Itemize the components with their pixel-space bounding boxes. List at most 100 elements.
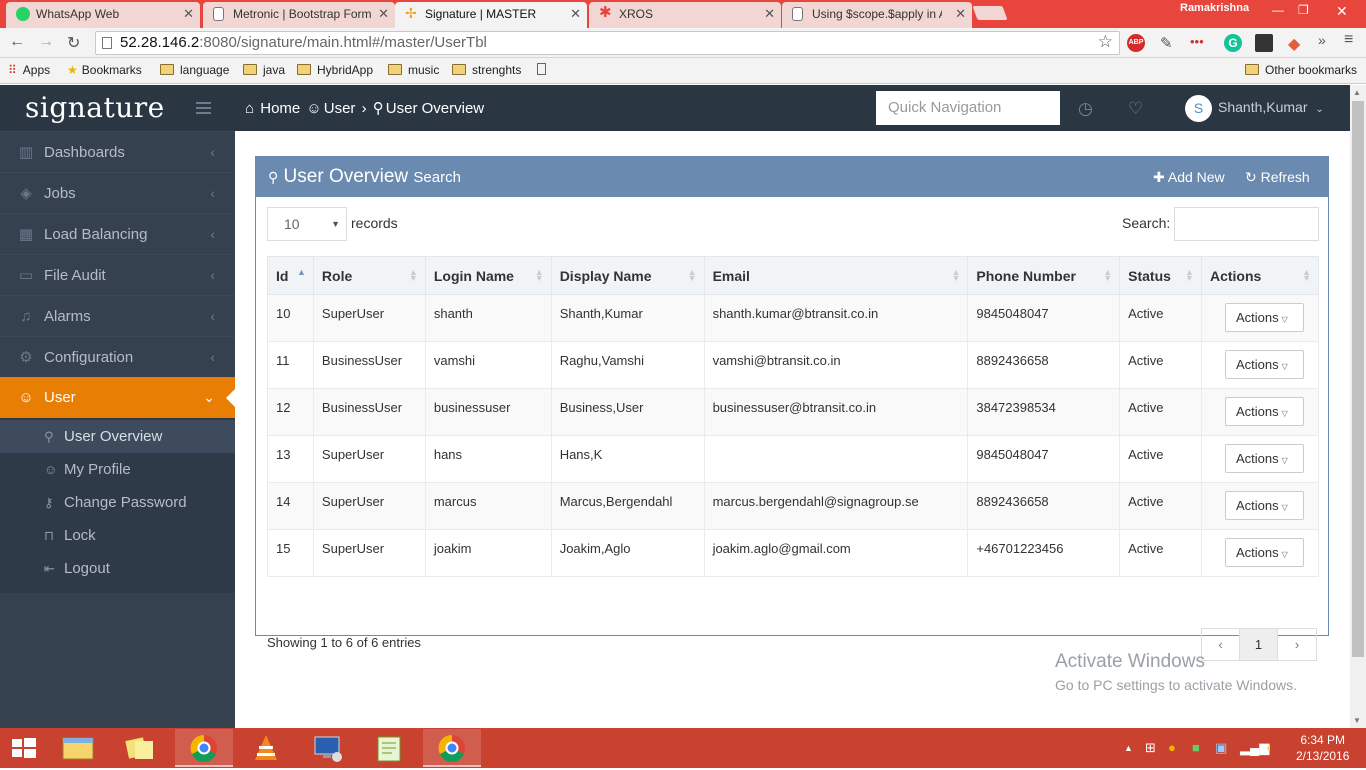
back-icon[interactable]: ←: [9, 33, 25, 51]
menu-icon[interactable]: ≡: [1344, 31, 1353, 49]
scroll-down-icon[interactable]: ▼: [1353, 716, 1361, 725]
bookmark-strenghts[interactable]: strenghts: [452, 63, 521, 77]
bookmark-language[interactable]: language: [160, 63, 229, 77]
column-header-role[interactable]: Role ▲ ▼: [312, 256, 426, 295]
sidebar-item-jobs[interactable]: ◈ Jobs ‹: [0, 172, 235, 213]
sidebar-item-dashboards[interactable]: ▥ Dashboards ‹: [0, 131, 235, 172]
column-header-status[interactable]: Status ▲ ▼: [1119, 256, 1202, 295]
tray-app2-icon[interactable]: ▣: [1215, 740, 1227, 756]
tray-app-icon[interactable]: ■: [1192, 740, 1200, 755]
tab-xros[interactable]: ✱ XROS ✕: [589, 2, 781, 28]
tray-chrome-icon[interactable]: ●: [1168, 740, 1176, 755]
tray-windows-icon[interactable]: ⊞: [1145, 740, 1156, 756]
bookmark-music[interactable]: music: [388, 63, 439, 77]
actions-dropdown-button[interactable]: Actions ▽: [1224, 538, 1304, 567]
scroll-up-icon[interactable]: ▲: [1353, 88, 1361, 97]
refresh-button[interactable]: ↻ Refresh: [1245, 169, 1310, 186]
taskbar-vlc[interactable]: [237, 729, 295, 767]
column-header-phone[interactable]: Phone Number ▲ ▼: [967, 256, 1121, 295]
battery-icon[interactable]: ◐: [1266, 740, 1274, 755]
scrollbar-thumb[interactable]: [1352, 101, 1364, 657]
grammarly-icon[interactable]: G: [1224, 34, 1242, 52]
taskbar-chrome-active[interactable]: [175, 729, 233, 767]
brand-logo[interactable]: signature: [25, 91, 165, 124]
close-window-icon[interactable]: ✕: [1336, 3, 1348, 20]
submenu-logout[interactable]: ⇤ Logout: [0, 552, 235, 585]
bookmark-hybridapp[interactable]: HybridApp: [297, 63, 373, 77]
adblock-icon[interactable]: ABP: [1127, 34, 1145, 52]
more-extensions-icon[interactable]: »: [1318, 32, 1326, 48]
vertical-scrollbar[interactable]: ▲ ▼: [1350, 85, 1366, 728]
submenu-change-password[interactable]: ⚷ Change Password: [0, 486, 235, 519]
sidebar-item-user[interactable]: ☺ User ⌄: [0, 377, 236, 418]
actions-dropdown-button[interactable]: Actions ▽: [1224, 491, 1304, 520]
close-icon[interactable]: ✕: [955, 2, 966, 26]
sidebar-item-file-audit[interactable]: ▭ File Audit ‹: [0, 254, 235, 295]
column-header-display-name[interactable]: Display Name ▲ ▼: [550, 256, 705, 295]
user-profile-menu[interactable]: S Shanth,Kumar ⌄: [1185, 95, 1324, 122]
submenu-user-overview[interactable]: ⚲ User Overview: [0, 420, 235, 453]
tray-expand-icon[interactable]: ▲: [1124, 743, 1133, 753]
close-icon[interactable]: ✕: [183, 2, 194, 26]
taskbar-file-explorer[interactable]: [49, 729, 107, 767]
search-input[interactable]: [1174, 207, 1319, 241]
bookmark-java[interactable]: java: [243, 63, 285, 77]
actions-dropdown-button[interactable]: Actions ▽: [1224, 444, 1304, 473]
eyedropper-icon[interactable]: ✎: [1160, 34, 1178, 52]
submenu-my-profile[interactable]: ☺ My Profile: [0, 453, 235, 486]
chevron-left-icon: ‹: [210, 308, 215, 324]
other-bookmarks[interactable]: Other bookmarks: [1245, 63, 1357, 77]
forward-icon[interactable]: →: [38, 33, 54, 51]
reload-icon[interactable]: ↻: [67, 33, 80, 53]
minimize-icon[interactable]: —: [1272, 3, 1284, 17]
bookmark-apps[interactable]: ⠿ Apps: [8, 63, 50, 77]
heart-icon[interactable]: ♡: [1128, 99, 1143, 119]
maximize-icon[interactable]: ❐: [1298, 3, 1309, 17]
sidebar-item-load-balancing[interactable]: ▦ Load Balancing ‹: [0, 213, 235, 254]
star-icon[interactable]: ☆: [1098, 31, 1113, 53]
tab-metronic[interactable]: Metronic | Bootstrap Form ✕: [203, 2, 395, 28]
tab-whatsapp[interactable]: WhatsApp Web ✕: [6, 2, 200, 28]
bookmark-bookmarks[interactable]: ★ Bookmarks: [67, 63, 142, 77]
add-new-button[interactable]: ✚ Add New: [1153, 169, 1225, 186]
clock-icon[interactable]: ◷: [1078, 99, 1093, 119]
column-header-actions[interactable]: Actions ▲ ▼: [1200, 256, 1320, 295]
submenu-lock[interactable]: ⊓ Lock: [0, 519, 235, 552]
breadcrumb-user[interactable]: User: [324, 100, 356, 117]
sidebar-item-alarms[interactable]: ♫ Alarms ‹: [0, 295, 235, 336]
network-icon[interactable]: ▂▄▆: [1240, 740, 1269, 756]
extension-diamond-icon[interactable]: ◆: [1288, 34, 1306, 53]
start-button[interactable]: [0, 729, 48, 767]
column-header-login-name[interactable]: Login Name ▲ ▼: [424, 256, 552, 295]
close-icon[interactable]: ✕: [570, 2, 581, 26]
breadcrumb-home[interactable]: Home: [260, 100, 300, 117]
tab-scope-apply[interactable]: Using $scope.$apply in An ✕: [782, 2, 972, 28]
actions-dropdown-button[interactable]: Actions ▽: [1224, 350, 1304, 379]
address-bar[interactable]: 52.28.146.2:8080/signature/main.html#/ma…: [95, 31, 1120, 55]
page-length-select[interactable]: 10 ▼: [267, 207, 347, 241]
close-icon[interactable]: ✕: [764, 2, 775, 26]
sidebar-toggle-icon[interactable]: [196, 102, 211, 117]
browser-profile-name[interactable]: Ramakrishna: [1180, 2, 1249, 14]
bookmark-page[interactable]: [537, 63, 546, 78]
actions-dropdown-button[interactable]: Actions ▽: [1224, 303, 1304, 332]
bell-icon: ♫: [20, 308, 32, 325]
actions-dropdown-button[interactable]: Actions ▽: [1224, 397, 1304, 426]
quick-navigation-input[interactable]: Quick Navigation: [876, 91, 1060, 125]
whatsapp-icon: [16, 7, 30, 21]
taskbar-notes[interactable]: [111, 729, 169, 767]
column-header-id[interactable]: Id ▲: [267, 256, 314, 295]
chevron-down-icon: ▽: [1281, 550, 1288, 559]
taskbar-remote-desktop[interactable]: [299, 729, 357, 767]
taskbar-chrome[interactable]: [423, 729, 481, 767]
extension-icon[interactable]: •••: [1190, 34, 1208, 52]
column-header-email[interactable]: Email ▲ ▼: [703, 256, 969, 295]
taskbar-notepad-plus[interactable]: [361, 729, 419, 767]
taskbar-clock[interactable]: 6:34 PM 2/13/2016: [1296, 732, 1349, 764]
sidebar-item-configuration[interactable]: ⚙ Configuration ‹: [0, 336, 235, 377]
close-icon[interactable]: ✕: [378, 2, 389, 26]
new-tab-button[interactable]: [972, 6, 1008, 20]
page-icon: [792, 7, 803, 21]
screenshot-icon[interactable]: [1255, 34, 1273, 52]
tab-signature[interactable]: ✢ Signature | MASTER ✕: [395, 2, 587, 28]
